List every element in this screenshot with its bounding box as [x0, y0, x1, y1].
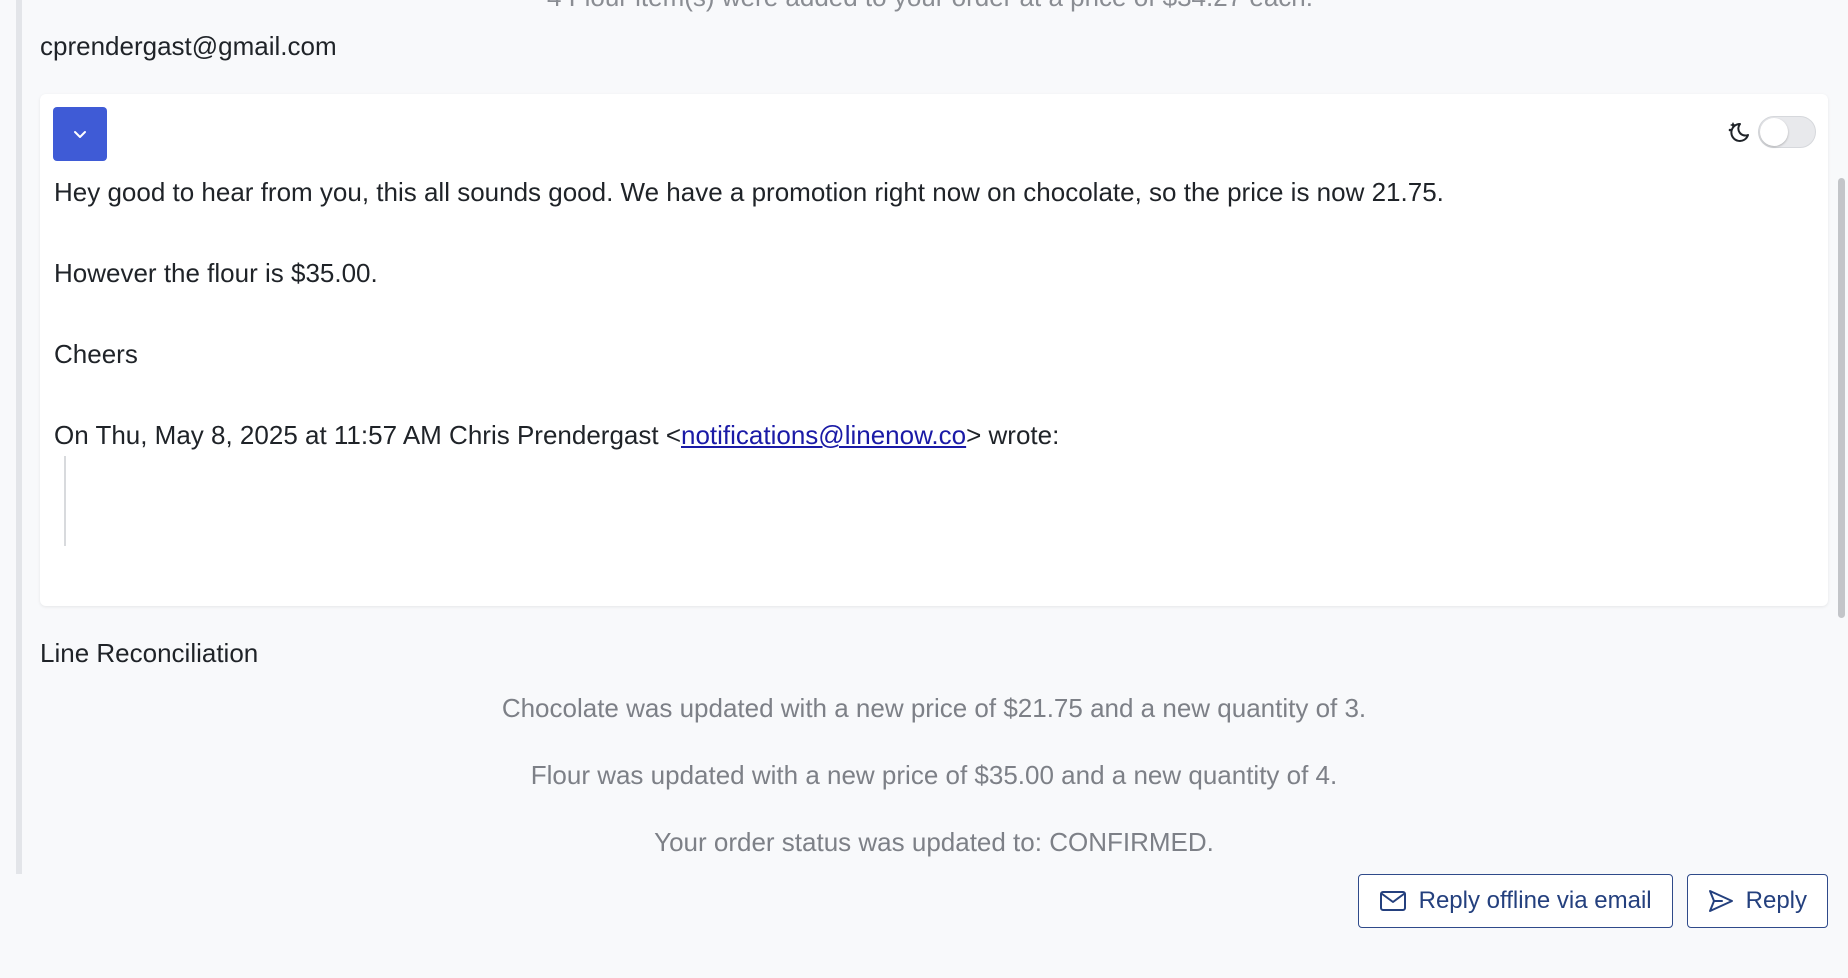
sender-email: cprendergast@gmail.com	[40, 31, 337, 61]
reconciliation-line: Chocolate was updated with a new price o…	[501, 693, 1367, 723]
reply-actions: Reply offline via email Reply	[1357, 874, 1828, 928]
email-body: Hey good to hear from you, this all soun…	[54, 174, 1804, 498]
collapse-message-button[interactable]	[53, 107, 107, 161]
reply-offline-via-email-button[interactable]: Reply offline via email	[1357, 874, 1673, 928]
reconciliation-line: Flour was updated with a new price of $3…	[530, 760, 1338, 790]
toggle-knob	[1760, 118, 1788, 146]
email-message-card: Hey good to hear from you, this all soun…	[40, 94, 1828, 606]
email-paragraph: Hey good to hear from you, this all soun…	[54, 177, 1444, 207]
reply-button[interactable]: Reply	[1686, 874, 1828, 928]
quoted-text-bar	[64, 456, 66, 546]
quote-intro-prefix: On Thu, May 8, 2025 at 11:57 AM Chris Pr…	[54, 420, 681, 450]
prior-system-notice: 4 Flour item(s) were added to your order…	[40, 0, 1820, 13]
scrollbar-thumb[interactable]	[1838, 178, 1845, 618]
email-signoff: Cheers	[54, 339, 138, 369]
reconciliation-list: Chocolate was updated with a new price o…	[40, 690, 1828, 891]
email-paragraph: However the flour is $35.00.	[54, 258, 378, 288]
scrollbar[interactable]	[1834, 0, 1848, 978]
dark-mode-toggle[interactable]	[1758, 116, 1816, 148]
quote-intro: On Thu, May 8, 2025 at 11:57 AM Chris Pr…	[54, 417, 1804, 453]
envelope-icon	[1379, 891, 1406, 911]
dark-mode-controls	[1726, 116, 1816, 148]
chevron-down-icon	[74, 131, 86, 138]
message-thread-view: 4 Flour item(s) were added to your order…	[0, 0, 1848, 978]
notification-email-link[interactable]: notifications@linenow.co	[681, 420, 966, 450]
line-reconciliation-title: Line Reconciliation	[40, 638, 259, 668]
thread-left-border	[16, 0, 22, 874]
moon-stars-icon	[1728, 122, 1749, 142]
reply-label: Reply	[1745, 887, 1807, 914]
send-icon	[1708, 890, 1733, 912]
reply-offline-label: Reply offline via email	[1418, 887, 1652, 914]
quote-intro-suffix: > wrote:	[966, 420, 1060, 450]
